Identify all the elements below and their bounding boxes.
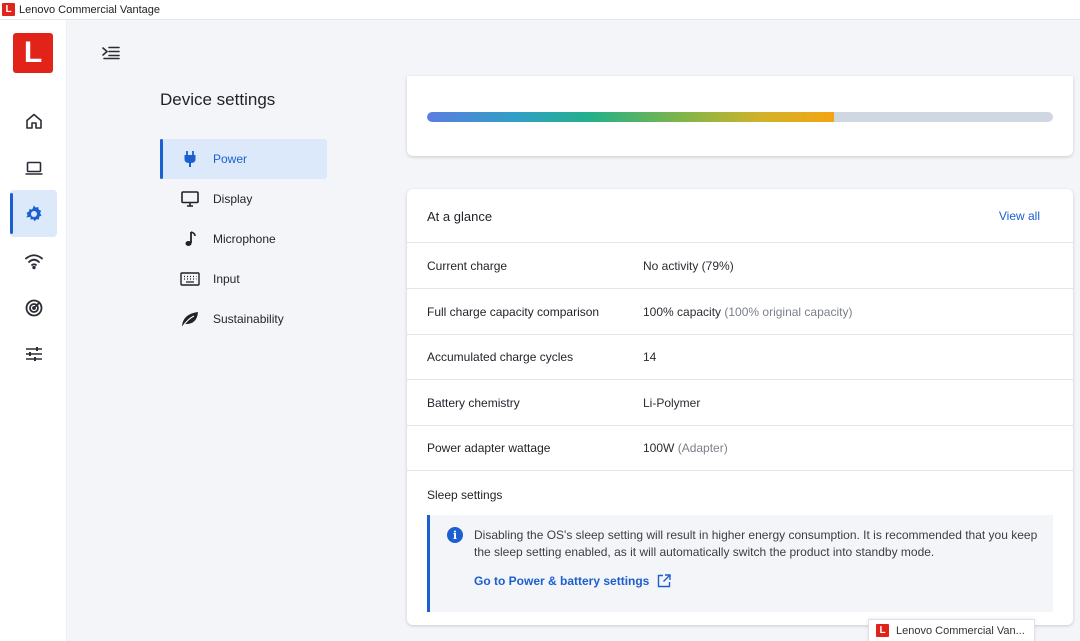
rail-preferences-button[interactable] — [10, 330, 57, 377]
app-logo: L — [13, 33, 53, 73]
battery-level-bar — [427, 112, 1053, 122]
row-value: No activity (79%) — [643, 258, 734, 273]
notice-text: Disabling the OS's sleep setting will re… — [474, 528, 1038, 559]
glance-header: At a glance View all — [407, 189, 1073, 243]
monitor-icon — [180, 189, 200, 209]
external-link-icon — [658, 574, 672, 588]
subnav-item-power[interactable]: Power — [160, 139, 327, 179]
gear-icon — [25, 205, 41, 221]
row-label: Full charge capacity comparison — [427, 304, 600, 319]
row-label: Current charge — [427, 258, 508, 273]
window-title: Lenovo Commercial Vantage — [19, 3, 161, 16]
subnav-item-sustainability[interactable]: Sustainability — [160, 299, 327, 339]
glance-title: At a glance — [427, 209, 493, 224]
subnav-item-label: Microphone — [213, 232, 276, 246]
glance-row-capacity: Full charge capacity comparison 100% cap… — [407, 289, 1073, 335]
menu-toggle-button[interactable] — [99, 42, 123, 64]
view-all-link[interactable]: View all — [999, 209, 1040, 223]
home-icon — [25, 113, 42, 129]
row-note: (Adapter) — [677, 440, 728, 455]
left-rail: L — [0, 20, 67, 641]
power-battery-settings-link[interactable]: Go to Power & battery settings — [474, 574, 672, 588]
link-label: Go to Power & battery settings — [474, 574, 650, 588]
laptop-icon — [25, 161, 42, 175]
sleep-notice: i Disabling the OS's sleep setting will … — [427, 515, 1053, 612]
page-title: Device settings — [160, 90, 276, 109]
lenovo-logo-icon: L — [876, 624, 889, 637]
row-value: 100% capacity (100% original capacity) — [643, 304, 853, 319]
subnav-item-input[interactable]: Input — [160, 259, 327, 299]
subnav-item-label: Sustainability — [213, 312, 284, 326]
row-value: Li-Polymer — [643, 395, 701, 410]
battery-level-fill — [427, 112, 834, 122]
at-a-glance-card: At a glance View all Current charge No a… — [407, 189, 1073, 625]
subnav-item-label: Input — [213, 272, 240, 286]
lenovo-logo-icon: L — [2, 3, 15, 16]
leaf-icon — [180, 309, 200, 329]
rail-home-button[interactable] — [10, 97, 57, 144]
subnav-item-microphone[interactable]: Microphone — [160, 219, 327, 259]
rail-settings-button[interactable] — [10, 190, 57, 237]
wifi-icon — [24, 253, 43, 269]
row-label: Power adapter wattage — [427, 440, 551, 455]
sleep-settings-title: Sleep settings — [427, 488, 503, 502]
info-icon: i — [447, 527, 463, 543]
rail-security-button[interactable] — [10, 284, 57, 331]
glance-row-adapter: Power adapter wattage 100W (Adapter) — [407, 425, 1073, 471]
battery-bar-card — [407, 76, 1073, 156]
row-note: (100% original capacity) — [724, 304, 853, 319]
keyboard-icon — [180, 269, 200, 289]
row-value: 14 — [643, 349, 657, 364]
title-bar: L Lenovo Commercial Vantage — [0, 0, 1080, 20]
subnav-item-display[interactable]: Display — [160, 179, 327, 219]
music-note-icon — [180, 229, 200, 249]
row-value: 100W (Adapter) — [643, 440, 728, 455]
row-label: Accumulated charge cycles — [427, 349, 574, 364]
row-label: Battery chemistry — [427, 395, 520, 410]
taskbar-app-chip[interactable]: L Lenovo Commercial Van... — [868, 619, 1035, 641]
rail-device-button[interactable] — [10, 144, 57, 191]
subnav-item-label: Power — [213, 152, 248, 166]
glance-row-cycles: Accumulated charge cycles 14 — [407, 334, 1073, 380]
rail-network-button[interactable] — [10, 237, 57, 284]
glance-row-chemistry: Battery chemistry Li-Polymer — [407, 380, 1073, 426]
subnav-item-label: Display — [213, 192, 253, 206]
taskbar-app-label: Lenovo Commercial Van... — [896, 624, 1025, 637]
shield-scan-icon — [25, 299, 42, 316]
sliders-icon — [25, 346, 42, 361]
plug-icon — [180, 149, 200, 169]
menu-collapse-icon — [102, 46, 120, 60]
glance-row-current-charge: Current charge No activity (79%) — [407, 243, 1073, 289]
